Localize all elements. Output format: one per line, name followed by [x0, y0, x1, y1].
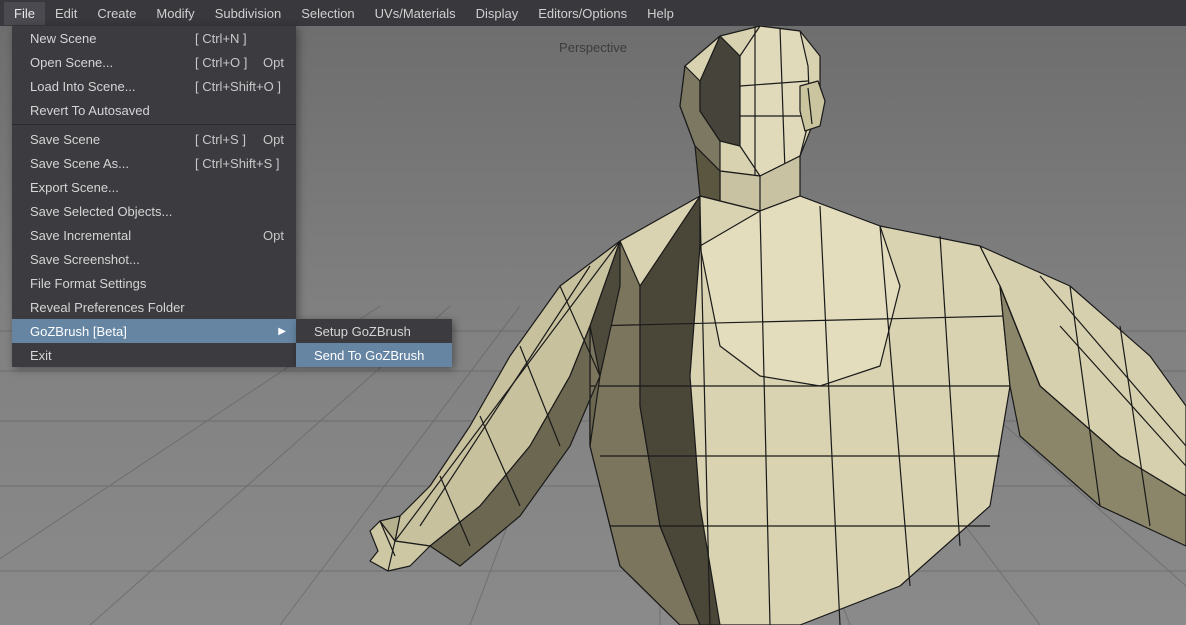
menu-item-label: Save Screenshot... [30, 252, 195, 267]
menu-item-shortcut: [ Ctrl+Shift+S ] [195, 156, 305, 171]
menu-reveal-preferences-folder[interactable]: Reveal Preferences Folder [12, 295, 296, 319]
menu-item-label: Reveal Preferences Folder [30, 300, 195, 315]
menu-editors-options[interactable]: Editors/Options [528, 2, 637, 25]
menu-item-label: Export Scene... [30, 180, 195, 195]
menu-item-shortcut: [ Ctrl+S ] [195, 132, 305, 147]
menu-save-screenshot[interactable]: Save Screenshot... [12, 247, 296, 271]
submenu-arrow-icon: ▶ [278, 326, 286, 337]
menu-save-scene[interactable]: Save Scene [ Ctrl+S ] Opt [12, 127, 296, 151]
menu-subdivision[interactable]: Subdivision [205, 2, 292, 25]
menu-file-format-settings[interactable]: File Format Settings [12, 271, 296, 295]
menu-file[interactable]: File [4, 2, 45, 25]
menu-new-scene[interactable]: New Scene [ Ctrl+N ] [12, 26, 296, 50]
menu-item-opt[interactable]: Opt [263, 228, 284, 243]
menu-item-label: Save Scene [30, 132, 195, 147]
menu-uvs-materials[interactable]: UVs/Materials [365, 2, 466, 25]
gozbrush-submenu: Setup GoZBrush Send To GoZBrush [296, 319, 452, 367]
menu-save-incremental[interactable]: Save Incremental Opt [12, 223, 296, 247]
menu-open-scene[interactable]: Open Scene... [ Ctrl+O ] Opt [12, 50, 296, 74]
menu-separator [12, 124, 296, 125]
menu-item-shortcut: [ Ctrl+O ] [195, 55, 305, 70]
menu-item-shortcut: [ Ctrl+Shift+O ] [195, 79, 305, 94]
main-menubar: File Edit Create Modify Subdivision Sele… [0, 0, 1186, 26]
menu-item-label: New Scene [30, 31, 195, 46]
menu-edit[interactable]: Edit [45, 2, 87, 25]
menu-item-label: Load Into Scene... [30, 79, 195, 94]
menu-help[interactable]: Help [637, 2, 684, 25]
menu-item-opt[interactable]: Opt [263, 55, 284, 70]
menu-display[interactable]: Display [466, 2, 529, 25]
menu-item-label: File Format Settings [30, 276, 195, 291]
menu-revert-autosaved[interactable]: Revert To Autosaved [12, 98, 296, 122]
menu-item-label: Setup GoZBrush [314, 324, 411, 339]
menu-modify[interactable]: Modify [146, 2, 204, 25]
menu-item-label: Open Scene... [30, 55, 195, 70]
menu-item-label: Save Incremental [30, 228, 195, 243]
menu-exit[interactable]: Exit [12, 343, 296, 367]
menu-item-label: GoZBrush [Beta] [30, 324, 195, 339]
menu-item-label: Exit [30, 348, 195, 363]
menu-setup-gozbrush[interactable]: Setup GoZBrush [296, 319, 452, 343]
menu-save-selected-objects[interactable]: Save Selected Objects... [12, 199, 296, 223]
menu-item-shortcut: [ Ctrl+N ] [195, 31, 305, 46]
menu-save-scene-as[interactable]: Save Scene As... [ Ctrl+Shift+S ] [12, 151, 296, 175]
menu-load-into-scene[interactable]: Load Into Scene... [ Ctrl+Shift+O ] [12, 74, 296, 98]
menu-item-label: Save Scene As... [30, 156, 195, 171]
menu-export-scene[interactable]: Export Scene... [12, 175, 296, 199]
menu-item-label: Save Selected Objects... [30, 204, 195, 219]
menu-item-label: Revert To Autosaved [30, 103, 195, 118]
menu-create[interactable]: Create [87, 2, 146, 25]
menu-selection[interactable]: Selection [291, 2, 364, 25]
menu-gozbrush[interactable]: GoZBrush [Beta] ▶ Setup GoZBrush Send To… [12, 319, 296, 343]
menu-item-label: Send To GoZBrush [314, 348, 424, 363]
menu-send-to-gozbrush[interactable]: Send To GoZBrush [296, 343, 452, 367]
file-dropdown: New Scene [ Ctrl+N ] Open Scene... [ Ctr… [12, 26, 296, 367]
menu-item-opt[interactable]: Opt [263, 132, 284, 147]
